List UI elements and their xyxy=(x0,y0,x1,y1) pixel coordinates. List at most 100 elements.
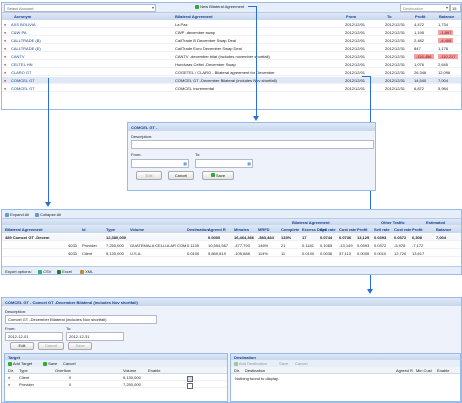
target-save-button[interactable]: Save xyxy=(43,361,57,366)
tree-col-header[interactable]: Minutes xyxy=(234,227,249,232)
chevron-down-icon[interactable]: ▾ xyxy=(152,5,154,10)
col-balance[interactable]: Balance xyxy=(439,14,454,19)
delete-icon[interactable]: × xyxy=(4,46,6,51)
detail-edit-button[interactable]: Edit xyxy=(10,342,34,350)
destination-col-dir[interactable]: Dir. xyxy=(234,368,240,373)
destination-filter[interactable]: Destination ▾ xyxy=(400,4,450,12)
target-col-overflow[interactable]: Overflow xyxy=(55,368,71,373)
excel-icon xyxy=(57,269,61,274)
target-cancel-button[interactable]: Cancel xyxy=(63,361,75,366)
select-account-combo[interactable]: Select Account ▾ xyxy=(4,4,156,12)
tree-col-header[interactable]: Profit xyxy=(412,227,422,232)
tree-col-header[interactable]: Complete xyxy=(281,227,299,232)
tree-col-header[interactable]: Bilateral Agreement xyxy=(5,227,43,232)
destination-cancel-button[interactable]: Cancel xyxy=(295,361,307,366)
dialog-description-input[interactable] xyxy=(131,140,374,149)
col-bilateral-agreement[interactable]: Bilateral Agreement xyxy=(175,14,213,19)
tree-col-header[interactable]: Volume xyxy=(130,227,144,232)
target-row[interactable]: × Provider 0 7,250,000 xyxy=(5,381,227,389)
destination-col-enable[interactable]: Enable xyxy=(437,368,449,373)
detail-description-input[interactable]: Comcel GT -December Bilateral (includes … xyxy=(5,315,157,324)
detail-cancel-button[interactable]: Cancel xyxy=(38,342,64,350)
agreement-row[interactable]: × C&W PA CWP -december swap 2012/12/01 2012/… xyxy=(2,29,461,36)
delete-icon[interactable]: × xyxy=(8,382,10,387)
agreement-row[interactable]: × COMCEL GT COMCEL Incremental 2012/12/01 20… xyxy=(2,85,461,92)
export-excel-button[interactable]: Excel xyxy=(57,269,72,274)
export-xml-button[interactable]: XML xyxy=(80,269,93,274)
dialog-from-date[interactable]: ▦ xyxy=(131,159,189,168)
delete-icon[interactable]: × xyxy=(4,70,6,75)
delete-icon[interactable]: × xyxy=(8,375,10,380)
tree-col-header[interactable]: MRFD xyxy=(258,227,270,232)
delete-icon[interactable]: × xyxy=(4,38,6,43)
col-acronym[interactable]: Acronym xyxy=(14,14,31,19)
expand-all-button[interactable]: Expand All xyxy=(5,212,29,217)
target-col-volume[interactable]: Volume xyxy=(123,368,136,373)
destination-col-min-cust[interactable]: Min Cust xyxy=(416,368,432,373)
collapse-all-button[interactable]: Collapse All xyxy=(35,212,61,217)
dialog-cancel-button[interactable]: Cancel xyxy=(168,171,194,180)
delete-icon[interactable]: × xyxy=(4,30,6,35)
tree-col-header[interactable]: Destination xyxy=(187,227,209,232)
agreement-row[interactable]: × CALLTRADE (B) CallTrade B December Swap … xyxy=(2,37,461,44)
dialog-edit-button[interactable]: Edit xyxy=(136,171,162,180)
destination-col-agreed-rate[interactable]: Agreed R xyxy=(396,368,413,373)
tree-cell: 0.0744 xyxy=(320,235,333,240)
expand-icon xyxy=(5,212,9,217)
tree-cell: 13,617 xyxy=(412,251,425,256)
tree-col-header[interactable]: Agreed R xyxy=(208,227,226,232)
chevron-down-icon[interactable]: ▾ xyxy=(446,5,448,10)
agreement-row[interactable]: × AXS BOLIVIA La Paz 2012/12/01 2012/12/31 4,… xyxy=(2,21,461,28)
destination-col-destination[interactable]: Destination xyxy=(245,368,265,373)
detail-to-date[interactable]: 2012-12-31 xyxy=(66,332,124,341)
dialog-to-date[interactable]: ▦ xyxy=(195,159,253,168)
delete-icon[interactable]: × xyxy=(4,78,6,83)
col-from[interactable]: From xyxy=(346,14,356,19)
target-col-dir[interactable]: Dir. xyxy=(8,368,14,373)
agreement-row[interactable]: × CANTV CANTV -december bilat (includes no… xyxy=(2,53,461,60)
check-icon xyxy=(43,361,47,366)
agreement-row[interactable]: × CELTEL HN Honduras Celtel -December Swap… xyxy=(2,61,461,68)
delete-icon[interactable]: × xyxy=(4,22,6,27)
new-bilateral-button[interactable]: New Bilateral Agreement xyxy=(195,4,244,10)
col-profit[interactable]: Profit xyxy=(415,14,425,19)
export-csv-button[interactable]: CSV xyxy=(38,269,51,274)
tree-col-header[interactable]: Cost rate xyxy=(339,227,356,232)
tree-group-row[interactable]: 489 Comcel GT -Decem 12,380,000 0.0000 16,4… xyxy=(2,234,461,241)
tree-col-header[interactable]: Sell rate xyxy=(374,227,390,232)
tree-child-row[interactable]: 4033 Provider 7,250,000 GUATEMALA CELLULAR … xyxy=(2,242,461,249)
destination-save-button[interactable]: Save xyxy=(279,361,288,366)
target-col-type[interactable]: Type xyxy=(19,368,28,373)
tree-col-header[interactable]: Profit xyxy=(357,227,367,232)
add-target-button[interactable]: Add Target xyxy=(8,361,32,366)
dialog-save-button[interactable]: Save xyxy=(202,171,234,180)
detail-save-button[interactable]: Save xyxy=(68,342,92,350)
delete-icon[interactable]: × xyxy=(4,54,6,59)
delete-icon[interactable]: × xyxy=(4,86,6,91)
row-profit: 1,076 xyxy=(414,62,425,67)
col-to[interactable]: To xyxy=(387,14,392,19)
delete-icon[interactable]: × xyxy=(4,62,6,67)
calendar-icon[interactable]: ▦ xyxy=(183,161,187,166)
agreement-row[interactable]: × CALLTRADE (E) CallTrade Euro December Sw… xyxy=(2,45,461,52)
tree-child-row[interactable]: 4033 Client 5,130,000 U.S.A. 0.0100 5,869,819… xyxy=(2,250,461,257)
add-icon xyxy=(195,4,199,9)
tree-col-header[interactable]: Type xyxy=(106,227,115,232)
agreement-row[interactable]: × COMCEL GT COMCEL GT -December Bilateral … xyxy=(2,77,461,84)
add-destination-button[interactable]: Add Destination xyxy=(234,361,267,366)
tree-cell: 7,004 xyxy=(436,235,447,240)
detail-from-date[interactable]: 2012-12-01 xyxy=(5,332,63,341)
agreement-row[interactable]: × CLARO GT COGETEL / CLARO - Bilateral agr… xyxy=(2,69,461,76)
target-row[interactable]: × Client 0 5,130,000 xyxy=(5,374,227,382)
tree-col-header[interactable]: Sell rate xyxy=(320,227,336,232)
tree-col-header[interactable]: Cost rate xyxy=(394,227,411,232)
flow-arrow-2 xyxy=(48,78,49,204)
tree-col-header[interactable]: Balance xyxy=(436,227,451,232)
dialog-title: COMCEL GT - xyxy=(131,125,158,130)
calendar-icon[interactable]: ▦ xyxy=(247,161,251,166)
page-size-field[interactable]: 15 xyxy=(450,4,461,12)
tree-col-header[interactable]: Id xyxy=(82,227,86,232)
checkbox-icon xyxy=(187,383,193,389)
target-col-enable[interactable]: Enable xyxy=(148,368,160,373)
csv-icon xyxy=(38,269,42,274)
